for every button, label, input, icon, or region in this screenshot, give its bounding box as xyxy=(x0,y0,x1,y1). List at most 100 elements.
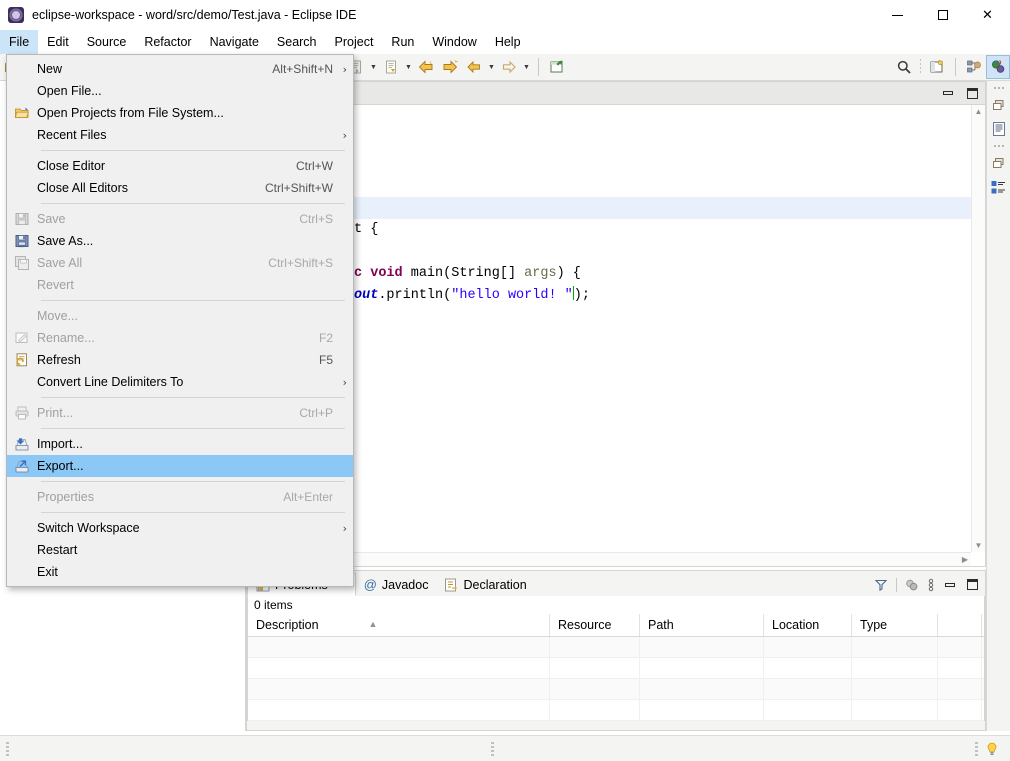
menu-help[interactable]: Help xyxy=(486,30,530,54)
menu-item-save-as[interactable]: Save As... xyxy=(7,230,353,252)
chevron-down-icon[interactable]: ▼ xyxy=(368,55,379,79)
table-cell xyxy=(764,658,852,678)
menu-item-close-all-editors[interactable]: Close All Editors Ctrl+Shift+W xyxy=(7,177,353,199)
menu-item-refresh[interactable]: Refresh F5 xyxy=(7,349,353,371)
table-cell xyxy=(640,658,764,678)
table-cell xyxy=(938,700,982,720)
column-header-location[interactable]: Location xyxy=(764,614,852,636)
import-icon xyxy=(7,433,37,455)
editor-horizontal-scrollbar[interactable]: ▶ xyxy=(247,552,971,566)
menu-item-no-icon xyxy=(7,539,37,561)
chevron-down-icon[interactable]: ▼ xyxy=(521,55,532,79)
tab-javadoc[interactable]: @ Javadoc xyxy=(356,573,437,596)
table-row[interactable] xyxy=(248,658,984,679)
column-header-blank[interactable] xyxy=(938,614,982,636)
menu-item-open-projects-from-file-system[interactable]: Open Projects from File System... xyxy=(7,102,353,124)
drag-handle-dots-2[interactable] xyxy=(991,143,1007,149)
close-button[interactable]: ✕ xyxy=(965,0,1010,30)
menu-navigate[interactable]: Navigate xyxy=(201,30,268,54)
forward-icon[interactable] xyxy=(438,55,462,79)
table-cell xyxy=(550,658,640,678)
editor-code[interactable]: e demo; class Test {blic static void mai… xyxy=(269,105,985,566)
perspective-java-icon[interactable] xyxy=(986,55,1010,79)
menu-project[interactable]: Project xyxy=(326,30,383,54)
menu-item-label: Refresh xyxy=(37,353,81,367)
last-edit-icon[interactable] xyxy=(379,55,403,79)
menu-item-export[interactable]: Export... xyxy=(7,455,353,477)
column-header-label: Type xyxy=(860,618,888,632)
new-window-icon[interactable] xyxy=(545,55,569,79)
menu-item-switch-workspace[interactable]: Switch Workspace › xyxy=(7,517,353,539)
menu-item-new[interactable]: New Alt+Shift+N › xyxy=(7,58,353,80)
column-header-path[interactable]: Path xyxy=(640,614,764,636)
column-header-description[interactable]: Description ▲ xyxy=(248,614,550,636)
table-row[interactable] xyxy=(248,700,984,721)
table-row[interactable] xyxy=(248,679,984,700)
menu-edit[interactable]: Edit xyxy=(38,30,78,54)
menu-search[interactable]: Search xyxy=(268,30,326,54)
restore-2-icon[interactable] xyxy=(989,153,1009,173)
menu-separator xyxy=(41,203,345,204)
menu-item-no-icon xyxy=(7,177,37,199)
menu-file[interactable]: File xyxy=(0,30,39,54)
menu-item-restart[interactable]: Restart xyxy=(7,539,353,561)
editor-tab-row xyxy=(247,82,985,105)
menu-item-shortcut: Ctrl+S xyxy=(299,212,333,226)
eclipse-icon xyxy=(8,7,24,23)
menu-source[interactable]: Source xyxy=(78,30,136,54)
table-cell xyxy=(550,700,640,720)
previous-annotation-icon[interactable] xyxy=(462,55,486,79)
table-row[interactable] xyxy=(248,637,984,658)
save-icon xyxy=(7,208,37,230)
open-perspective-icon[interactable] xyxy=(925,55,949,79)
editor-maximize-icon[interactable] xyxy=(965,86,979,100)
maximize-button[interactable] xyxy=(920,0,965,30)
column-header-resource[interactable]: Resource xyxy=(550,614,640,636)
tab-declaration[interactable]: Declaration xyxy=(436,573,534,596)
menu-item-recent-files[interactable]: Recent Files › xyxy=(7,124,353,146)
column-header-type[interactable]: Type xyxy=(852,614,938,636)
outline-view-icon[interactable] xyxy=(989,119,1009,139)
menu-item-convert-line-delimiters-to[interactable]: Convert Line Delimiters To › xyxy=(7,371,353,393)
package-explorer-icon[interactable] xyxy=(989,177,1009,197)
scroll-up-arrow[interactable]: ▲ xyxy=(975,107,983,116)
problems-table-header: Description ▲ Resource Path Location Type xyxy=(248,614,984,637)
title-bar: eclipse-workspace - word/src/demo/Test.j… xyxy=(0,0,1010,30)
problems-maximize-icon[interactable] xyxy=(965,578,979,592)
scroll-down-arrow[interactable]: ▼ xyxy=(975,541,983,550)
menu-item-close-editor[interactable]: Close Editor Ctrl+W xyxy=(7,155,353,177)
lightbulb-icon[interactable] xyxy=(984,741,1000,757)
chevron-down-icon[interactable]: ▼ xyxy=(403,55,414,79)
menu-item-import[interactable]: Import... xyxy=(7,433,353,455)
menu-item-open-file[interactable]: Open File... xyxy=(7,80,353,102)
group-by-icon[interactable] xyxy=(905,578,919,592)
column-header-label: Path xyxy=(648,618,674,632)
perspective-java-ee-icon[interactable] xyxy=(962,55,986,79)
problems-table-body[interactable] xyxy=(248,637,984,721)
problems-view: Problems ✕ @ Javadoc Declaration xyxy=(246,570,986,731)
back-icon[interactable] xyxy=(414,55,438,79)
next-annotation-icon[interactable] xyxy=(497,55,521,79)
drag-handle-dots[interactable] xyxy=(991,85,1007,91)
problems-table: Description ▲ Resource Path Location Type xyxy=(247,614,985,721)
view-menu-icon[interactable] xyxy=(927,578,935,592)
status-grip-mid xyxy=(490,741,494,756)
chevron-down-icon[interactable]: ▼ xyxy=(486,55,497,79)
menu-refactor[interactable]: Refactor xyxy=(135,30,200,54)
minimize-button[interactable] xyxy=(875,0,920,30)
editor-vertical-scrollbar[interactable]: ▲ ▼ xyxy=(971,105,985,552)
menu-item-exit[interactable]: Exit xyxy=(7,561,353,583)
table-cell xyxy=(938,658,982,678)
search-icon[interactable] xyxy=(892,55,916,79)
problems-minimize-icon[interactable] xyxy=(943,578,957,592)
menu-run[interactable]: Run xyxy=(382,30,423,54)
scroll-right-arrow[interactable]: ▶ xyxy=(962,555,968,564)
filter-icon[interactable] xyxy=(874,578,888,592)
menu-item-label: Properties xyxy=(37,490,94,504)
editor-minimize-icon[interactable] xyxy=(941,86,955,100)
menu-window[interactable]: Window xyxy=(423,30,485,54)
restore-icon[interactable] xyxy=(989,95,1009,115)
table-cell xyxy=(938,679,982,699)
menu-item-shortcut: F2 xyxy=(318,331,333,345)
